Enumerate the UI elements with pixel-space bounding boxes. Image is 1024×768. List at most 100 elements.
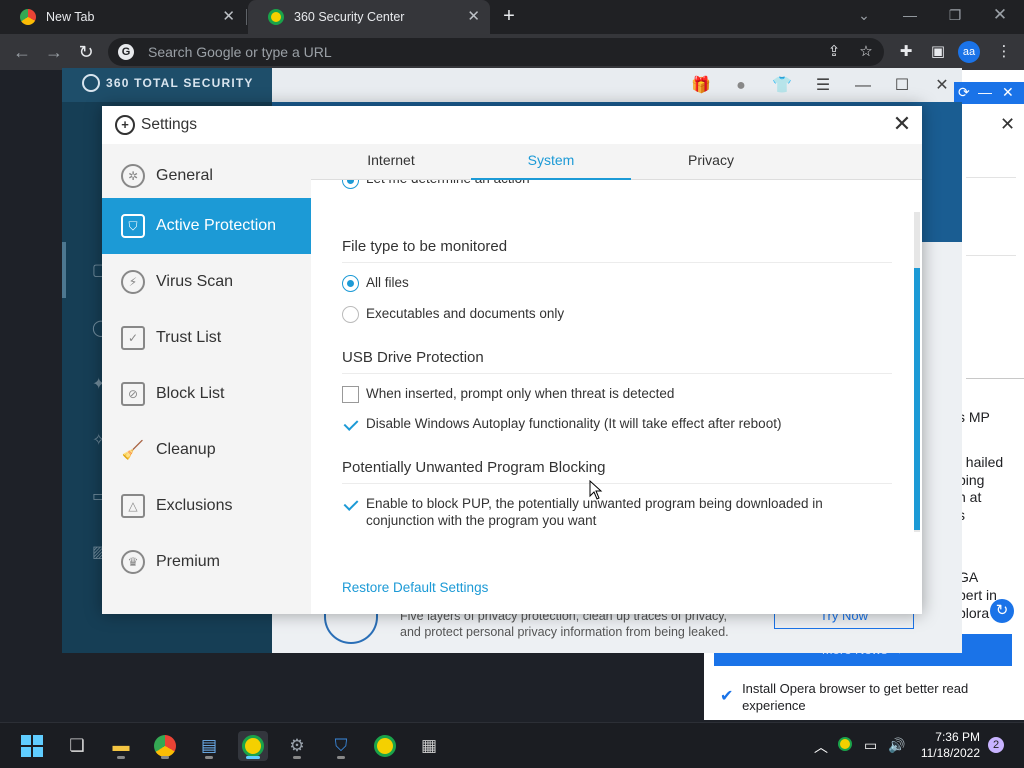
app-maximize-icon[interactable]: ☐ bbox=[891, 76, 913, 96]
close-icon[interactable]: ✕ bbox=[890, 112, 914, 136]
option-label: All files bbox=[366, 275, 409, 290]
tab-internet[interactable]: Internet bbox=[311, 144, 471, 180]
settings-sidebar: ✲ General ⛉ Active Protection ⚡ Virus Sc… bbox=[102, 144, 311, 614]
option-disable-autoplay[interactable]: Disable Windows Autoplay functionality (… bbox=[342, 415, 781, 433]
close-window-icon[interactable]: ✕ bbox=[988, 4, 1012, 26]
address-bar[interactable]: G bbox=[108, 38, 884, 66]
option-label: Executables and documents only bbox=[366, 306, 565, 321]
tab-new-tab[interactable]: New Tab ✕ bbox=[0, 0, 245, 34]
close-small-icon[interactable]: ✕ bbox=[1002, 84, 1014, 101]
sidebar-item-label: Cleanup bbox=[156, 441, 216, 458]
sidebar-item-cleanup[interactable]: 🧹 Cleanup bbox=[102, 422, 311, 478]
minimize-small-icon[interactable]: — bbox=[978, 84, 992, 100]
tab-search-icon[interactable]: ⌄ bbox=[852, 4, 876, 26]
notification-badge[interactable]: 2 bbox=[988, 737, 1004, 753]
network-icon[interactable]: ▭ bbox=[864, 737, 877, 754]
shirt-icon[interactable]: 👕 bbox=[771, 76, 793, 96]
reload-icon[interactable]: ↻ bbox=[74, 40, 98, 64]
address-input[interactable] bbox=[148, 44, 788, 60]
app-minimize-icon[interactable]: — bbox=[852, 76, 874, 96]
mouse-cursor-icon bbox=[589, 480, 603, 500]
minimize-icon[interactable]: — bbox=[898, 4, 922, 26]
refresh-icon[interactable]: ↻ bbox=[990, 599, 1014, 623]
checkbox[interactable] bbox=[342, 386, 359, 403]
browser-tabstrip: New Tab ✕ 360 Security Center ✕ + ⌄ — ❐ … bbox=[0, 0, 1024, 34]
back-icon[interactable]: ← bbox=[10, 40, 34, 64]
forward-icon[interactable]: → bbox=[42, 40, 66, 64]
tab-system[interactable]: System bbox=[471, 144, 631, 180]
close-tab-icon[interactable]: ✕ bbox=[222, 8, 235, 26]
sidebar-item-general[interactable]: ✲ General bbox=[102, 148, 311, 204]
news-text: plora bbox=[958, 605, 990, 621]
menu-kebab-icon[interactable]: ⋮ bbox=[994, 42, 1014, 62]
settings-icon[interactable]: ⚙ bbox=[282, 731, 312, 761]
defender-icon[interactable]: ⛉ bbox=[326, 731, 356, 761]
radio-button[interactable] bbox=[342, 275, 359, 292]
paint-icon[interactable]: ▤ bbox=[194, 731, 224, 761]
section-divider bbox=[342, 373, 892, 374]
section-heading-file-type: File type to be monitored bbox=[342, 238, 508, 255]
refresh-small-icon: ⟳ bbox=[958, 84, 970, 100]
broom-icon: 🧹 bbox=[121, 439, 145, 460]
side-panel-icon[interactable]: ▣ bbox=[928, 42, 948, 62]
taskbar: ❏ ▬ ▤ ⚙ ⛉ ▦ ︿ ▭ 🔊 7:36 PM 11/18/2022 2 bbox=[0, 722, 1024, 768]
option-all-files[interactable]: All files bbox=[342, 274, 409, 292]
close-tab-icon[interactable]: ✕ bbox=[467, 8, 480, 26]
option-block-pup[interactable]: Enable to block PUP, the potentially unw… bbox=[342, 495, 823, 529]
restore-default-settings-link[interactable]: Restore Default Settings bbox=[342, 580, 488, 595]
volume-icon[interactable]: 🔊 bbox=[888, 737, 905, 754]
section-heading-pup: Potentially Unwanted Program Blocking bbox=[342, 459, 606, 476]
sidebar-item-label: Active Protection bbox=[156, 217, 277, 234]
user-icon[interactable]: ● bbox=[730, 76, 752, 96]
chevron-up-icon[interactable]: ︿ bbox=[814, 737, 828, 757]
restore-icon[interactable]: ❐ bbox=[943, 4, 967, 26]
checkbox[interactable] bbox=[342, 496, 359, 513]
checkbox[interactable] bbox=[342, 416, 359, 433]
extensions-icon[interactable]: ✚ bbox=[896, 42, 916, 62]
option-usb-prompt[interactable]: When inserted, prompt only when threat i… bbox=[342, 385, 674, 403]
app-brand-text: 360 TOTAL SECURITY bbox=[106, 76, 254, 90]
chrome-icon[interactable] bbox=[150, 731, 180, 761]
news-close-icon[interactable]: ✕ bbox=[1000, 114, 1015, 135]
task-view-icon[interactable]: ❏ bbox=[62, 731, 92, 761]
new-tab-button[interactable]: + bbox=[498, 5, 520, 27]
360-icon bbox=[268, 9, 284, 25]
sidebar-item-label: Trust List bbox=[156, 329, 222, 346]
sidebar-item-active-protection[interactable]: ⛉ Active Protection bbox=[102, 198, 311, 254]
tab-privacy[interactable]: Privacy bbox=[631, 144, 791, 180]
determine-action-option[interactable]: Let me determine an action bbox=[342, 180, 530, 189]
file-explorer-icon[interactable]: ▬ bbox=[106, 731, 136, 761]
app-close-icon[interactable]: ✕ bbox=[931, 76, 953, 96]
opera-install-option[interactable]: ✔ Install Opera browser to get better re… bbox=[714, 680, 1004, 714]
tab-title: 360 Security Center bbox=[294, 10, 405, 24]
radio-button[interactable] bbox=[342, 180, 359, 189]
settings-tabs: Internet System Privacy bbox=[311, 144, 922, 180]
360-icon[interactable] bbox=[238, 731, 268, 761]
scrollbar-thumb[interactable] bbox=[914, 268, 920, 530]
browser-toolbar: ← → ↻ G ⇪ ☆ ✚ ▣ aa ⋮ bbox=[0, 34, 1024, 70]
gear-icon: ✲ bbox=[121, 164, 145, 188]
avatar[interactable]: aa bbox=[958, 41, 980, 63]
360-tray-icon[interactable] bbox=[838, 737, 852, 754]
windows-start-icon[interactable] bbox=[17, 731, 47, 761]
notepad-icon[interactable]: ▦ bbox=[414, 731, 444, 761]
share-icon[interactable]: ⇪ bbox=[824, 42, 844, 62]
menu-icon[interactable]: ☰ bbox=[812, 76, 834, 96]
option-executables-documents[interactable]: Executables and documents only bbox=[342, 305, 564, 323]
radio-button[interactable] bbox=[342, 306, 359, 323]
sidebar-item-virus-scan[interactable]: ⚡ Virus Scan bbox=[102, 254, 311, 310]
sidebar-item-trust-list[interactable]: ✓ Trust List bbox=[102, 310, 311, 366]
sidebar-item-exclusions[interactable]: △ Exclusions bbox=[102, 478, 311, 534]
360-icon[interactable] bbox=[370, 731, 400, 761]
gift-icon[interactable]: 🎁 bbox=[690, 76, 712, 96]
opera-install-text: Install Opera browser to get better read… bbox=[742, 681, 969, 713]
clock-time: 7:36 PM bbox=[935, 730, 980, 744]
sidebar-item-premium[interactable]: ♛ Premium bbox=[102, 534, 311, 590]
sidebar-item-label: General bbox=[156, 167, 213, 184]
tab-360-security-center[interactable]: 360 Security Center ✕ bbox=[248, 0, 490, 34]
clock[interactable]: 7:36 PM 11/18/2022 bbox=[918, 729, 980, 761]
dialog-header: + Settings ✕ bbox=[102, 106, 922, 144]
360-logo-icon bbox=[82, 74, 100, 92]
bookmark-star-icon[interactable]: ☆ bbox=[856, 42, 876, 62]
sidebar-item-block-list[interactable]: ⊘ Block List bbox=[102, 366, 311, 422]
